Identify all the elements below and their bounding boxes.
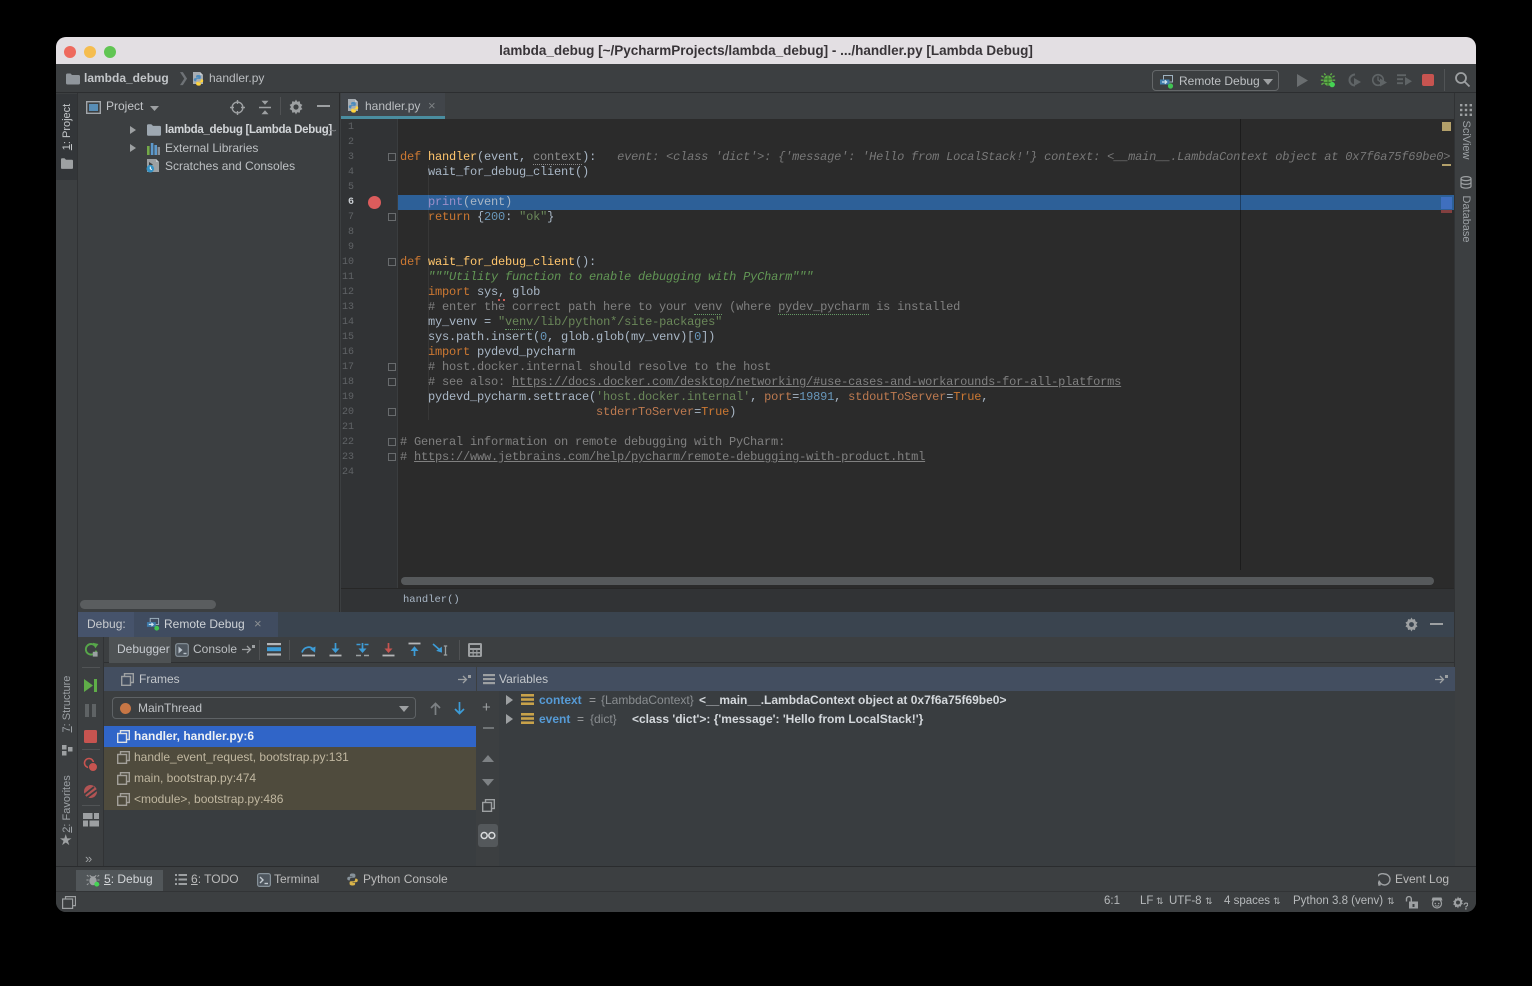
svg-text:?: ? — [1463, 902, 1468, 911]
